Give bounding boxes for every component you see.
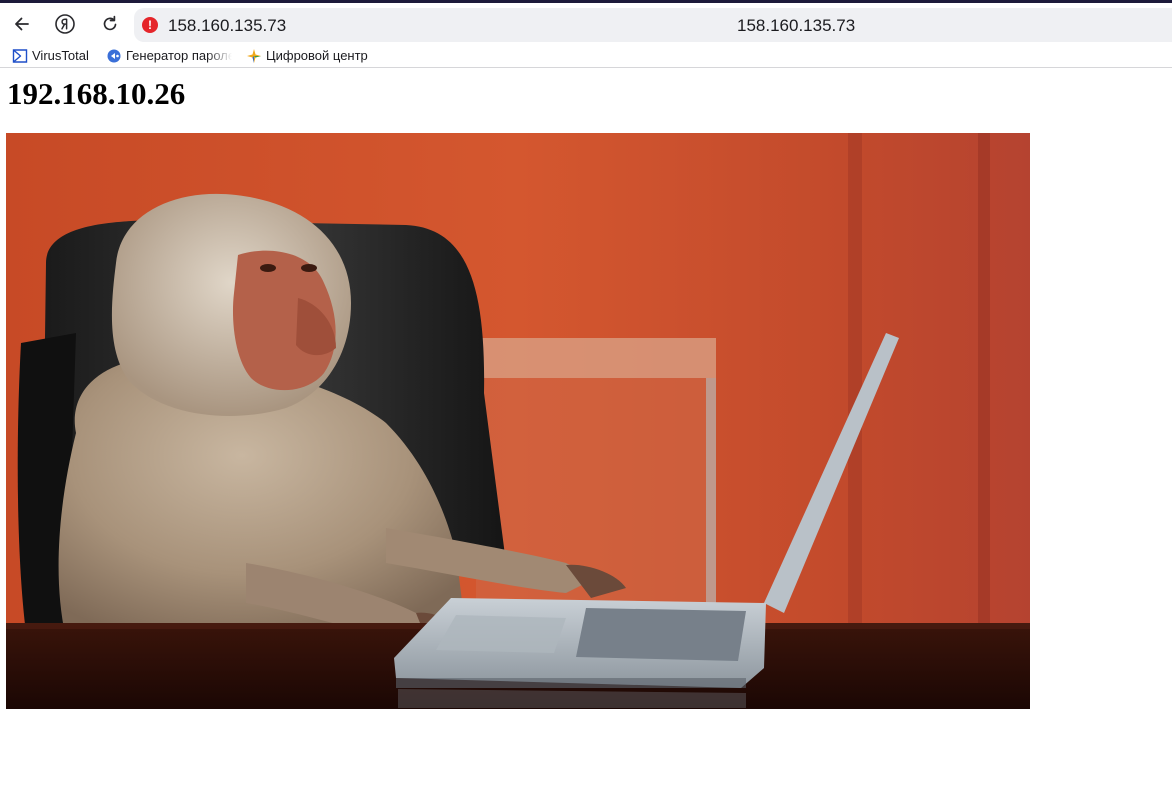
bookmark-virustotal[interactable]: VirusTotal	[12, 46, 98, 65]
bookmark-label: Цифровой центр	[266, 48, 368, 63]
page-heading: 192.168.10.26	[7, 76, 186, 111]
reload-button[interactable]	[96, 11, 124, 37]
address-bar[interactable]: ! 158.160.135.73 158.160.135.73	[134, 8, 1172, 42]
digital-center-icon	[246, 48, 262, 64]
baboon-at-laptop-photo	[6, 133, 1030, 709]
address-text[interactable]: 158.160.135.73	[168, 16, 286, 36]
reload-icon	[100, 14, 120, 34]
not-secure-warning-icon[interactable]: !	[142, 17, 158, 33]
back-arrow-icon	[12, 14, 32, 34]
bookmark-password-generator[interactable]: Генератор пароле	[106, 46, 232, 65]
yandex-home-button[interactable]	[51, 11, 79, 37]
back-button[interactable]	[8, 11, 36, 37]
bookmark-digital-center[interactable]: Цифровой центр	[246, 46, 370, 65]
page-title-text: 158.160.135.73	[737, 16, 856, 35]
virustotal-icon	[12, 48, 28, 64]
password-generator-icon	[106, 48, 122, 64]
bookmarks-bar: VirusTotal Генератор пароле Цифровой цен…	[0, 43, 1172, 68]
bookmark-label: VirusTotal	[32, 48, 89, 63]
browser-toolbar: ! 158.160.135.73 158.160.135.73	[0, 3, 1172, 43]
bookmark-label: Генератор пароле	[126, 48, 232, 63]
yandex-logo-icon	[54, 13, 76, 35]
